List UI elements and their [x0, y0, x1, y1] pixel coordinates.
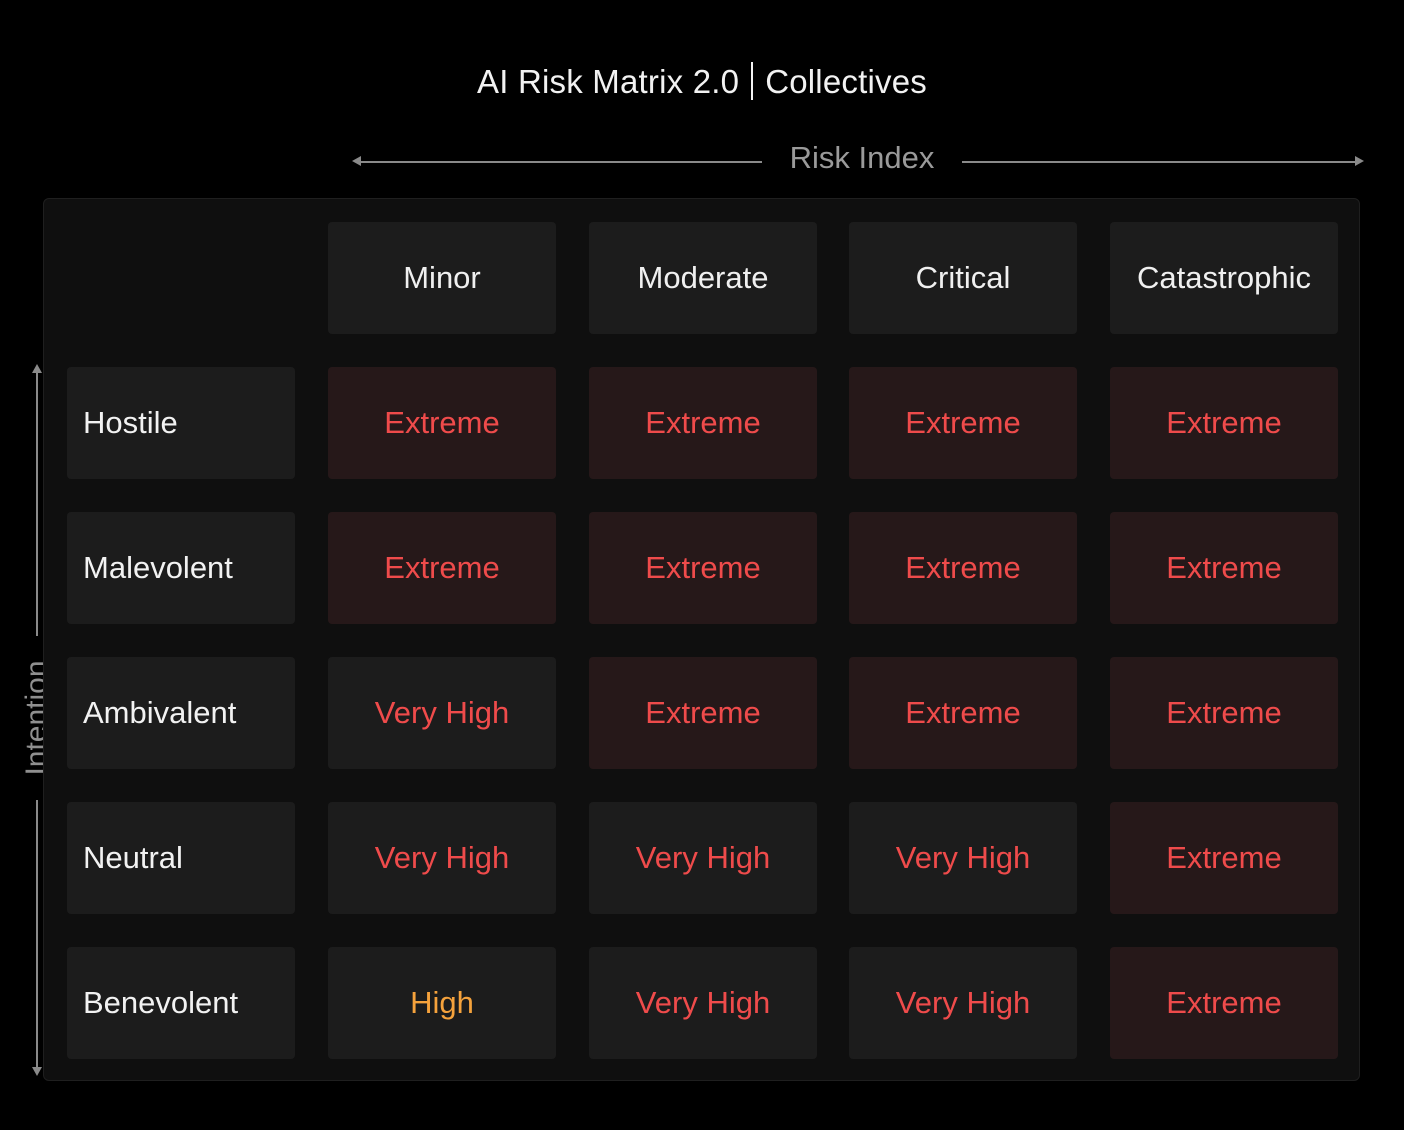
x-axis-line-left	[358, 161, 762, 163]
x-axis-arrow-right-icon	[1355, 156, 1364, 166]
column-header-catastrophic: Catastrophic	[1110, 222, 1338, 334]
title-subtitle: Collectives	[765, 63, 927, 100]
risk-cell-very-high: Very High	[589, 947, 817, 1059]
risk-cell-extreme: Extreme	[589, 367, 817, 479]
risk-cell-extreme: Extreme	[849, 367, 1077, 479]
risk-cell-extreme: Extreme	[1110, 657, 1338, 769]
column-header-moderate: Moderate	[589, 222, 817, 334]
risk-cell-extreme: Extreme	[1110, 802, 1338, 914]
risk-cell-extreme: Extreme	[328, 367, 556, 479]
risk-cell-extreme: Extreme	[328, 512, 556, 624]
y-axis-arrow-down-icon	[32, 1067, 42, 1076]
risk-cell-extreme: Extreme	[1110, 512, 1338, 624]
row-header-hostile: Hostile	[67, 367, 295, 479]
row-header-benevolent: Benevolent	[67, 947, 295, 1059]
x-axis-line-right	[962, 161, 1358, 163]
risk-cell-very-high: Very High	[849, 947, 1077, 1059]
title-main: AI Risk Matrix 2.0	[477, 63, 740, 100]
risk-cell-extreme: Extreme	[849, 512, 1077, 624]
risk-cell-extreme: Extreme	[589, 512, 817, 624]
risk-cell-extreme: Extreme	[589, 657, 817, 769]
risk-cell-very-high: Very High	[328, 657, 556, 769]
risk-matrix-panel: Minor Moderate Critical Catastrophic Hostile…	[43, 198, 1360, 1081]
row-header-neutral: Neutral	[67, 802, 295, 914]
column-header-minor: Minor	[328, 222, 556, 334]
risk-cell-very-high: Very High	[589, 802, 817, 914]
x-axis: Risk Index	[352, 140, 1364, 184]
risk-cell-extreme: Extreme	[1110, 947, 1338, 1059]
title-divider	[751, 62, 754, 100]
risk-cell-extreme: Extreme	[849, 657, 1077, 769]
y-axis-line-bottom	[36, 800, 38, 1068]
x-axis-label: Risk Index	[789, 140, 935, 175]
risk-cell-extreme: Extreme	[1110, 367, 1338, 479]
column-header-critical: Critical	[849, 222, 1077, 334]
risk-cell-very-high: Very High	[328, 802, 556, 914]
risk-cell-high: High	[328, 947, 556, 1059]
y-axis-line-top	[36, 372, 38, 636]
row-header-malevolent: Malevolent	[67, 512, 295, 624]
risk-cell-very-high: Very High	[849, 802, 1077, 914]
row-header-ambivalent: Ambivalent	[67, 657, 295, 769]
page-title: AI Risk Matrix 2.0 Collectives	[0, 62, 1404, 101]
